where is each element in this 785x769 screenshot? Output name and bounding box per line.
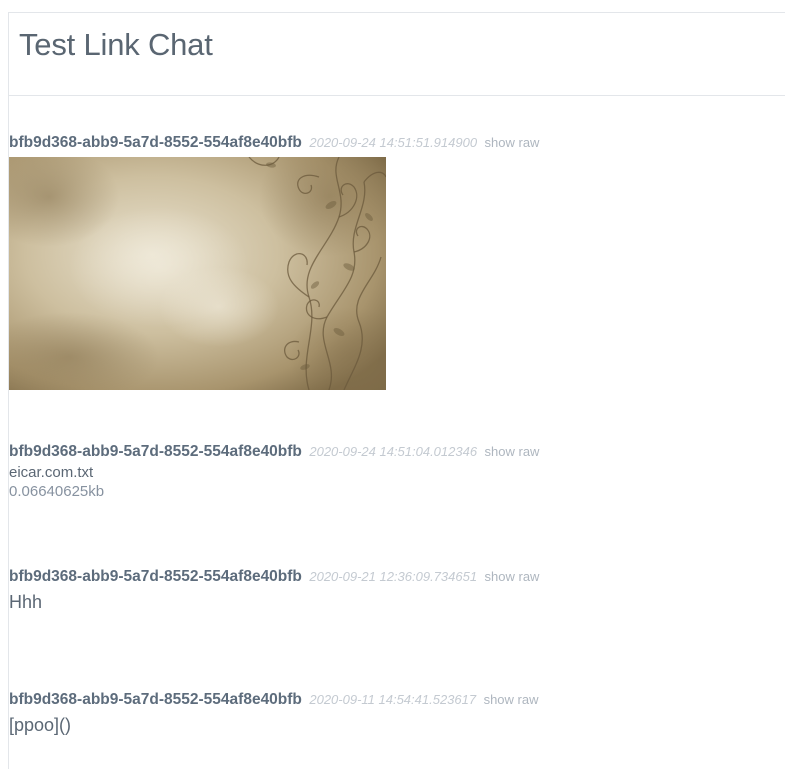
message-meta: bfb9d368-abb9-5a7d-8552-554af8e40bfb 202…: [9, 133, 785, 153]
message-timestamp: 2020-09-24 14:51:04.012346: [309, 444, 478, 459]
parchment-image: [9, 157, 386, 390]
chat-panel: Test Link Chat: [8, 12, 785, 769]
message-author: bfb9d368-abb9-5a7d-8552-554af8e40bfb: [9, 134, 302, 151]
message-item: bfb9d368-abb9-5a7d-8552-554af8e40bfb 202…: [9, 567, 785, 615]
message-text: Hhh: [9, 592, 43, 612]
message-image[interactable]: [9, 157, 386, 390]
file-attachment-name[interactable]: eicar.com.txt: [9, 463, 785, 482]
message-item: bfb9d368-abb9-5a7d-8552-554af8e40bfb 202…: [9, 442, 785, 501]
message-author: bfb9d368-abb9-5a7d-8552-554af8e40bfb: [9, 691, 302, 708]
message-text: [ppoo](): [9, 715, 72, 735]
show-raw-link[interactable]: show raw: [485, 569, 540, 584]
message-author: bfb9d368-abb9-5a7d-8552-554af8e40bfb: [9, 568, 302, 585]
chat-title: Test Link Chat: [19, 27, 213, 62]
file-attachment-size: 0.06640625kb: [9, 483, 105, 500]
message-item: bfb9d368-abb9-5a7d-8552-554af8e40bfb 202…: [9, 133, 785, 390]
show-raw-link[interactable]: show raw: [485, 444, 540, 459]
message-timestamp: 2020-09-21 12:36:09.734651: [309, 569, 478, 584]
message-item: bfb9d368-abb9-5a7d-8552-554af8e40bfb 202…: [9, 690, 785, 738]
message-meta: bfb9d368-abb9-5a7d-8552-554af8e40bfb 202…: [9, 690, 785, 710]
message-timestamp: 2020-09-11 14:54:41.523617: [309, 692, 477, 707]
message-author: bfb9d368-abb9-5a7d-8552-554af8e40bfb: [9, 443, 302, 460]
message-meta: bfb9d368-abb9-5a7d-8552-554af8e40bfb 202…: [9, 442, 785, 462]
chat-header: Test Link Chat: [9, 13, 785, 96]
message-meta: bfb9d368-abb9-5a7d-8552-554af8e40bfb 202…: [9, 567, 785, 587]
show-raw-link[interactable]: show raw: [485, 135, 540, 150]
show-raw-link[interactable]: show raw: [484, 692, 539, 707]
message-timestamp: 2020-09-24 14:51:51.914900: [309, 135, 478, 150]
